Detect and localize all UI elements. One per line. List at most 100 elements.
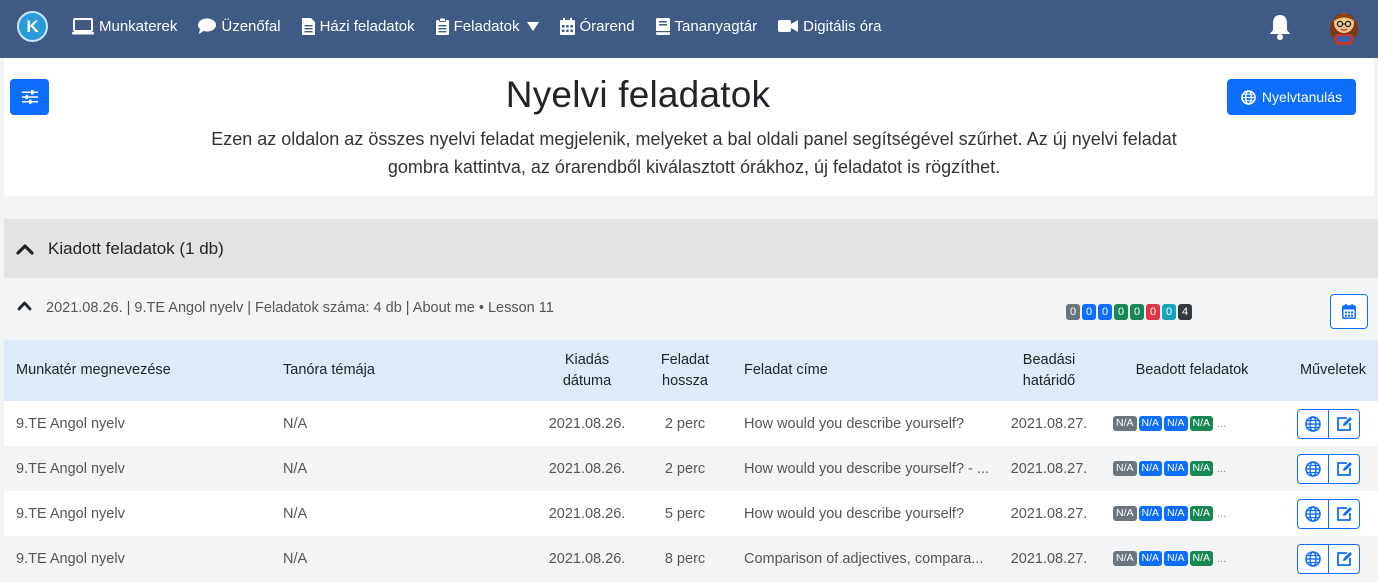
- nav-item-uzenofal[interactable]: Üzenőfal: [198, 17, 281, 35]
- issued-tasks-section-toggle[interactable]: Kiadott feladatok (1 db): [4, 219, 1378, 278]
- language-learning-button[interactable]: Nyelvtanulás: [1227, 79, 1356, 115]
- cell-length: 2 perc: [664, 460, 706, 477]
- globe-icon: [1305, 415, 1321, 432]
- table-row[interactable]: 9.TE Angol nyelv N/A 2021.08.26. 2 perc …: [4, 446, 1378, 491]
- submission-badge: N/A: [1189, 506, 1214, 521]
- column-header-deadline[interactable]: Beadási határidő: [999, 340, 1099, 401]
- page-header: Nyelvi feladatok Nyelvtanulás Ezen az ol…: [4, 58, 1374, 196]
- globe-icon: [1241, 89, 1256, 105]
- edit-icon: [1336, 416, 1352, 431]
- language-view-button[interactable]: [1297, 453, 1329, 484]
- nav-item-tananyagtar[interactable]: Tananyagtár: [655, 17, 757, 35]
- header-label: Beadott feladatok: [1135, 362, 1249, 378]
- status-counts: 0 0 0 0 0 0 0 4: [1066, 304, 1194, 320]
- app-logo[interactable]: K: [17, 11, 48, 42]
- header-line: Feladat: [660, 351, 710, 368]
- cell-task-title: Comparison of adjectives, compara...: [744, 550, 984, 567]
- cell-deadline: 2021.08.27.: [1010, 550, 1088, 567]
- nav-item-munkaterek[interactable]: Munkaterek: [72, 17, 178, 35]
- status-count-badge: 4: [1178, 304, 1192, 320]
- cell-actions: [1297, 491, 1360, 536]
- nav-label: Üzenőfal: [221, 17, 281, 35]
- more-indicator: ...: [1217, 507, 1227, 520]
- cell-issued: 2021.08.26.: [548, 460, 626, 477]
- edit-icon: [1336, 461, 1352, 476]
- video-icon: [778, 20, 799, 32]
- edit-button[interactable]: [1328, 543, 1360, 574]
- table-row[interactable]: 9.TE Angol nyelv N/A 2021.08.26. 2 perc …: [4, 401, 1378, 446]
- cell-actions: [1297, 536, 1360, 581]
- calendar-icon: [1342, 304, 1356, 319]
- nav-label: Digitális óra: [803, 17, 882, 35]
- header-label: Tanóra témája: [283, 362, 375, 378]
- status-count-badge: 0: [1098, 304, 1112, 320]
- edit-button[interactable]: [1328, 498, 1360, 529]
- language-view-button[interactable]: [1297, 408, 1329, 439]
- user-avatar[interactable]: [1326, 7, 1362, 45]
- nav-menu: Munkaterek Üzenőfal Házi feladatok Felad…: [72, 0, 902, 52]
- cell-topic: N/A: [283, 415, 308, 432]
- table-row[interactable]: 9.TE Angol nyelv N/A 2021.08.26. 8 perc …: [4, 536, 1378, 581]
- table-row[interactable]: 9.TE Angol nyelv N/A 2021.08.26. 5 perc …: [4, 491, 1378, 536]
- cell-length: 5 perc: [664, 505, 706, 522]
- edit-icon: [1336, 506, 1352, 521]
- header-line: dátuma: [562, 372, 612, 389]
- language-view-button[interactable]: [1297, 498, 1329, 529]
- cell-issued: 2021.08.26.: [548, 415, 626, 432]
- chevron-up-icon[interactable]: [17, 300, 32, 311]
- notifications-bell-icon[interactable]: [1268, 13, 1292, 45]
- status-count-badge: 0: [1114, 304, 1128, 320]
- column-header-workspace[interactable]: Munkatér megnevezése: [16, 340, 256, 401]
- clipboard-icon: [435, 17, 449, 35]
- submission-badge: N/A: [1138, 551, 1163, 566]
- nav-item-orarend[interactable]: Órarend: [559, 17, 635, 35]
- nav-label: Munkaterek: [99, 17, 178, 35]
- submission-badge: N/A: [1113, 551, 1137, 566]
- header-line: hossza: [662, 372, 708, 389]
- column-header-task-title[interactable]: Feladat címe: [744, 340, 994, 401]
- chevron-up-icon: [16, 243, 34, 255]
- cell-task-title: How would you describe yourself?: [744, 505, 965, 522]
- language-button-label: Nyelvtanulás: [1261, 89, 1343, 105]
- column-header-length[interactable]: Feladat hossza: [640, 340, 730, 401]
- cell-issued: 2021.08.26.: [548, 550, 626, 567]
- header-label: Műveletek: [1299, 362, 1367, 378]
- calendar-button[interactable]: [1330, 294, 1368, 329]
- nav-item-hazi-feladatok[interactable]: Házi feladatok: [301, 17, 415, 35]
- submission-badge: N/A: [1164, 506, 1188, 521]
- column-header-issued[interactable]: Kiadás dátuma: [534, 340, 640, 401]
- nav-label: Házi feladatok: [319, 17, 415, 35]
- section-title: Kiadott feladatok (1 db): [48, 238, 224, 258]
- language-view-button[interactable]: [1297, 543, 1329, 574]
- file-icon: [301, 17, 315, 35]
- caret-down-icon: [526, 21, 539, 31]
- nav-item-feladatok[interactable]: Feladatok: [435, 17, 539, 35]
- tasks-table: Munkatér megnevezése Tanóra témája Kiadá…: [4, 340, 1378, 581]
- column-header-topic[interactable]: Tanóra témája: [283, 340, 483, 401]
- header-label: Feladat hossza: [661, 350, 709, 392]
- edit-button[interactable]: [1328, 453, 1360, 484]
- submission-badge: N/A: [1138, 506, 1163, 521]
- cell-length: 2 perc: [664, 415, 706, 432]
- book-icon: [655, 17, 670, 35]
- submission-badge: N/A: [1164, 551, 1188, 566]
- globe-icon: [1305, 505, 1321, 522]
- cell-workspace: 9.TE Angol nyelv: [16, 460, 125, 477]
- submission-badge: N/A: [1113, 461, 1137, 476]
- nav-label: Feladatok: [453, 17, 520, 35]
- page-title: Nyelvi feladatok: [505, 74, 771, 115]
- cell-task-title: How would you describe yourself? - ...: [744, 460, 989, 477]
- status-count-badge: 0: [1082, 304, 1096, 320]
- header-label: Munkatér megnevezése: [16, 362, 171, 378]
- cell-workspace: 9.TE Angol nyelv: [16, 415, 125, 432]
- edit-button[interactable]: [1328, 408, 1360, 439]
- header-label: Feladat címe: [744, 362, 828, 378]
- cell-deadline: 2021.08.27.: [1010, 460, 1088, 477]
- status-count-badge: 0: [1066, 304, 1080, 320]
- status-count-badge: 0: [1130, 304, 1144, 320]
- globe-icon: [1305, 550, 1321, 567]
- nav-item-digitalis-ora[interactable]: Digitális óra: [778, 18, 881, 35]
- cell-submitted: N/A N/A N/A N/A ...: [1113, 491, 1293, 536]
- cell-submitted: N/A N/A N/A N/A ...: [1113, 536, 1293, 581]
- column-header-submitted[interactable]: Beadott feladatok: [1112, 340, 1272, 401]
